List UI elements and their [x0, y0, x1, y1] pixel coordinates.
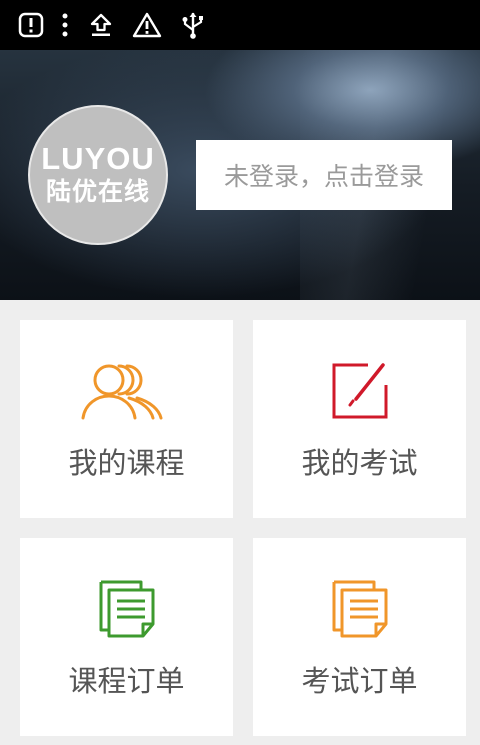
logo-text-cn: 陆优在线: [45, 177, 150, 206]
exam-orders-label: 考试订单: [301, 664, 418, 698]
edit-square-icon: [330, 360, 390, 422]
avatar-logo[interactable]: LUYOU 陆优在线: [28, 105, 168, 245]
upload-icon: [84, 10, 118, 40]
my-exams-tile[interactable]: 我的考试: [253, 320, 466, 518]
exam-orders-tile[interactable]: 考试订单: [253, 538, 466, 736]
usb-icon: [176, 10, 210, 40]
my-courses-tile[interactable]: 我的课程: [20, 320, 233, 518]
my-exams-label: 我的考试: [301, 446, 418, 480]
warning-icon: [130, 10, 164, 40]
profile-header: LUYOU 陆优在线 未登录，点击登录: [0, 50, 480, 300]
course-orders-label: 课程订单: [68, 664, 185, 698]
course-orders-tile[interactable]: 课程订单: [20, 538, 233, 736]
menu-grid: 我的课程 我的考试 课程订单 考试订单: [0, 300, 480, 745]
alert-box-icon: [14, 10, 48, 40]
my-courses-label: 我的课程: [68, 446, 185, 480]
login-button[interactable]: 未登录，点击登录: [196, 140, 452, 210]
document-green-icon: [97, 578, 157, 640]
document-orange-icon: [330, 578, 390, 640]
status-bar: [0, 0, 480, 50]
logo-text-en: LUYOU: [41, 141, 155, 176]
more-vertical-icon: [60, 10, 70, 40]
people-icon: [81, 360, 173, 422]
